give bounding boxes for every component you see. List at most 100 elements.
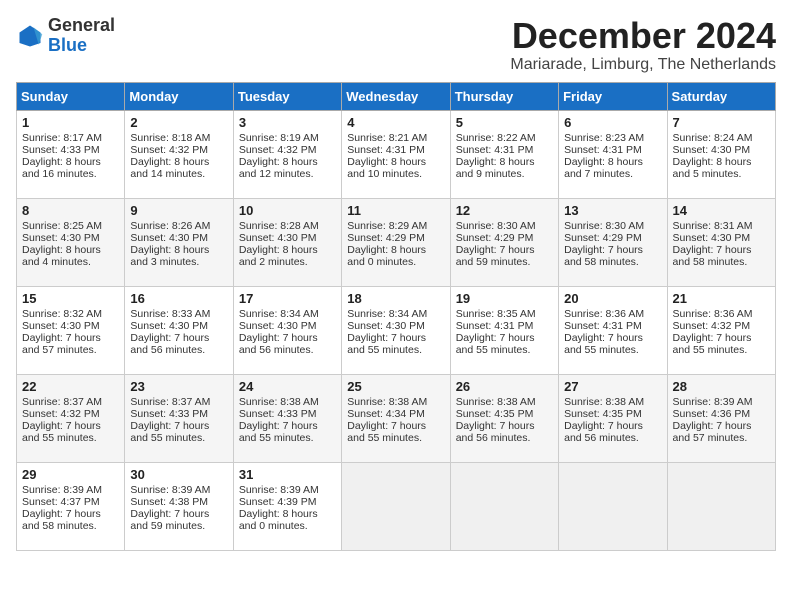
sunrise-text: Sunrise: 8:39 AM <box>239 484 319 496</box>
sunset-text: Sunset: 4:31 PM <box>564 320 642 332</box>
sunrise-text: Sunrise: 8:34 AM <box>239 308 319 320</box>
daylight-text: Daylight: 7 hours and 58 minutes. <box>673 244 752 268</box>
day-number: 10 <box>239 203 336 218</box>
sunset-text: Sunset: 4:31 PM <box>347 144 425 156</box>
calendar-day-cell <box>667 462 775 550</box>
daylight-text: Daylight: 7 hours and 58 minutes. <box>22 508 101 532</box>
day-number: 30 <box>130 467 227 482</box>
page-header: General Blue December 2024 Mariarade, Li… <box>16 16 776 74</box>
calendar-day-cell <box>450 462 558 550</box>
day-number: 21 <box>673 291 770 306</box>
day-number: 5 <box>456 115 553 130</box>
calendar-day-cell: 13 Sunrise: 8:30 AM Sunset: 4:29 PM Dayl… <box>559 198 667 286</box>
sunset-text: Sunset: 4:31 PM <box>456 320 534 332</box>
sunrise-text: Sunrise: 8:36 AM <box>673 308 753 320</box>
day-number: 1 <box>22 115 119 130</box>
sunrise-text: Sunrise: 8:35 AM <box>456 308 536 320</box>
weekday-header: Wednesday <box>342 82 450 110</box>
daylight-text: Daylight: 8 hours and 9 minutes. <box>456 156 535 180</box>
calendar-day-cell: 19 Sunrise: 8:35 AM Sunset: 4:31 PM Dayl… <box>450 286 558 374</box>
daylight-text: Daylight: 7 hours and 55 minutes. <box>456 332 535 356</box>
calendar-day-cell: 28 Sunrise: 8:39 AM Sunset: 4:36 PM Dayl… <box>667 374 775 462</box>
sunrise-text: Sunrise: 8:29 AM <box>347 220 427 232</box>
daylight-text: Daylight: 7 hours and 57 minutes. <box>22 332 101 356</box>
day-number: 3 <box>239 115 336 130</box>
sunset-text: Sunset: 4:32 PM <box>130 144 208 156</box>
sunrise-text: Sunrise: 8:31 AM <box>673 220 753 232</box>
day-number: 26 <box>456 379 553 394</box>
sunrise-text: Sunrise: 8:26 AM <box>130 220 210 232</box>
sunset-text: Sunset: 4:36 PM <box>673 408 751 420</box>
sunrise-text: Sunrise: 8:17 AM <box>22 132 102 144</box>
calendar-day-cell: 16 Sunrise: 8:33 AM Sunset: 4:30 PM Dayl… <box>125 286 233 374</box>
calendar-day-cell: 15 Sunrise: 8:32 AM Sunset: 4:30 PM Dayl… <box>17 286 125 374</box>
daylight-text: Daylight: 8 hours and 5 minutes. <box>673 156 752 180</box>
calendar-day-cell: 27 Sunrise: 8:38 AM Sunset: 4:35 PM Dayl… <box>559 374 667 462</box>
weekday-header: Thursday <box>450 82 558 110</box>
sunrise-text: Sunrise: 8:38 AM <box>347 396 427 408</box>
calendar-day-cell <box>559 462 667 550</box>
daylight-text: Daylight: 8 hours and 4 minutes. <box>22 244 101 268</box>
calendar-week-row: 1 Sunrise: 8:17 AM Sunset: 4:33 PM Dayli… <box>17 110 776 198</box>
sunset-text: Sunset: 4:34 PM <box>347 408 425 420</box>
calendar-table: SundayMondayTuesdayWednesdayThursdayFrid… <box>16 82 776 551</box>
sunrise-text: Sunrise: 8:30 AM <box>456 220 536 232</box>
daylight-text: Daylight: 7 hours and 55 minutes. <box>22 420 101 444</box>
daylight-text: Daylight: 8 hours and 14 minutes. <box>130 156 209 180</box>
calendar-day-cell: 4 Sunrise: 8:21 AM Sunset: 4:31 PM Dayli… <box>342 110 450 198</box>
month-title: December 2024 <box>510 16 776 56</box>
day-number: 4 <box>347 115 444 130</box>
weekday-header: Saturday <box>667 82 775 110</box>
calendar-day-cell: 3 Sunrise: 8:19 AM Sunset: 4:32 PM Dayli… <box>233 110 341 198</box>
daylight-text: Daylight: 7 hours and 55 minutes. <box>673 332 752 356</box>
day-number: 6 <box>564 115 661 130</box>
sunrise-text: Sunrise: 8:22 AM <box>456 132 536 144</box>
day-number: 27 <box>564 379 661 394</box>
sunrise-text: Sunrise: 8:32 AM <box>22 308 102 320</box>
day-number: 29 <box>22 467 119 482</box>
sunset-text: Sunset: 4:30 PM <box>239 320 317 332</box>
sunset-text: Sunset: 4:32 PM <box>239 144 317 156</box>
sunrise-text: Sunrise: 8:25 AM <box>22 220 102 232</box>
day-number: 11 <box>347 203 444 218</box>
sunrise-text: Sunrise: 8:37 AM <box>22 396 102 408</box>
day-number: 2 <box>130 115 227 130</box>
sunrise-text: Sunrise: 8:34 AM <box>347 308 427 320</box>
daylight-text: Daylight: 7 hours and 55 minutes. <box>130 420 209 444</box>
calendar-day-cell: 10 Sunrise: 8:28 AM Sunset: 4:30 PM Dayl… <box>233 198 341 286</box>
calendar-day-cell: 5 Sunrise: 8:22 AM Sunset: 4:31 PM Dayli… <box>450 110 558 198</box>
day-number: 18 <box>347 291 444 306</box>
weekday-header: Monday <box>125 82 233 110</box>
daylight-text: Daylight: 7 hours and 59 minutes. <box>130 508 209 532</box>
day-number: 15 <box>22 291 119 306</box>
calendar-day-cell: 7 Sunrise: 8:24 AM Sunset: 4:30 PM Dayli… <box>667 110 775 198</box>
calendar-day-cell: 14 Sunrise: 8:31 AM Sunset: 4:30 PM Dayl… <box>667 198 775 286</box>
calendar-week-row: 15 Sunrise: 8:32 AM Sunset: 4:30 PM Dayl… <box>17 286 776 374</box>
daylight-text: Daylight: 8 hours and 0 minutes. <box>239 508 318 532</box>
daylight-text: Daylight: 7 hours and 55 minutes. <box>347 420 426 444</box>
sunset-text: Sunset: 4:33 PM <box>22 144 100 156</box>
daylight-text: Daylight: 8 hours and 0 minutes. <box>347 244 426 268</box>
day-number: 12 <box>456 203 553 218</box>
sunset-text: Sunset: 4:30 PM <box>673 144 751 156</box>
day-number: 22 <box>22 379 119 394</box>
calendar-day-cell: 6 Sunrise: 8:23 AM Sunset: 4:31 PM Dayli… <box>559 110 667 198</box>
daylight-text: Daylight: 7 hours and 56 minutes. <box>130 332 209 356</box>
day-number: 23 <box>130 379 227 394</box>
calendar-day-cell: 17 Sunrise: 8:34 AM Sunset: 4:30 PM Dayl… <box>233 286 341 374</box>
sunset-text: Sunset: 4:32 PM <box>22 408 100 420</box>
calendar-day-cell: 22 Sunrise: 8:37 AM Sunset: 4:32 PM Dayl… <box>17 374 125 462</box>
daylight-text: Daylight: 8 hours and 7 minutes. <box>564 156 643 180</box>
sunset-text: Sunset: 4:30 PM <box>22 320 100 332</box>
calendar-day-cell: 29 Sunrise: 8:39 AM Sunset: 4:37 PM Dayl… <box>17 462 125 550</box>
calendar-day-cell: 30 Sunrise: 8:39 AM Sunset: 4:38 PM Dayl… <box>125 462 233 550</box>
sunset-text: Sunset: 4:35 PM <box>456 408 534 420</box>
logo-blue-text: Blue <box>48 35 87 55</box>
sunset-text: Sunset: 4:37 PM <box>22 496 100 508</box>
calendar-day-cell: 31 Sunrise: 8:39 AM Sunset: 4:39 PM Dayl… <box>233 462 341 550</box>
sunrise-text: Sunrise: 8:39 AM <box>130 484 210 496</box>
day-number: 31 <box>239 467 336 482</box>
daylight-text: Daylight: 7 hours and 56 minutes. <box>564 420 643 444</box>
calendar-day-cell: 2 Sunrise: 8:18 AM Sunset: 4:32 PM Dayli… <box>125 110 233 198</box>
day-number: 20 <box>564 291 661 306</box>
